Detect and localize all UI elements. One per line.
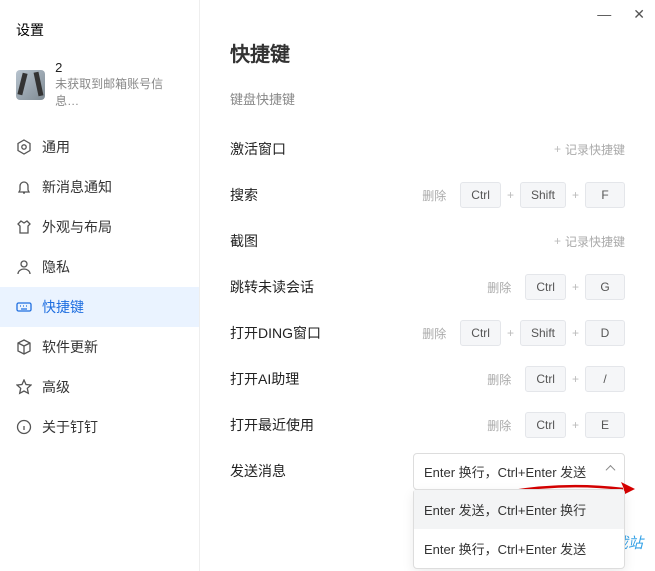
section-subtitle: 键盘快捷键: [230, 89, 625, 108]
sidebar-item-label: 软件更新: [42, 337, 98, 357]
avatar: [16, 70, 45, 100]
user-block[interactable]: 2 未获取到邮箱账号信息…: [0, 54, 199, 127]
row-label: 搜索: [230, 185, 414, 205]
key: Ctrl: [525, 274, 566, 300]
sidebar: 设置 2 未获取到邮箱账号信息… 通用 新消息通知 外观与布局: [0, 0, 200, 571]
shortcut-keys[interactable]: Ctrl+ Shift+ D: [460, 320, 625, 346]
info-icon: [16, 419, 32, 435]
row-label: 截图: [230, 231, 546, 251]
key: Shift: [520, 320, 566, 346]
row-open-ding: 打开DING窗口 删除 Ctrl+ Shift+ D: [230, 310, 625, 356]
sidebar-item-label: 高级: [42, 377, 70, 397]
key: Ctrl: [460, 320, 501, 346]
key: /: [585, 366, 625, 392]
row-label: 打开AI助理: [230, 369, 479, 389]
user-icon: [16, 259, 32, 275]
key: F: [585, 182, 625, 208]
row-label: 打开最近使用: [230, 415, 479, 435]
delete-shortcut[interactable]: 删除: [487, 371, 511, 388]
row-open-ai: 打开AI助理 删除 Ctrl+ /: [230, 356, 625, 402]
key: G: [585, 274, 625, 300]
keyboard-icon: [16, 299, 32, 315]
row-label: 跳转未读会话: [230, 277, 479, 297]
user-name: 2: [55, 60, 183, 75]
sidebar-item-appearance[interactable]: 外观与布局: [0, 207, 199, 247]
row-send-message: 发送消息 Enter 换行，Ctrl+Enter 发送 Enter 发送，Ctr…: [230, 448, 625, 494]
delete-shortcut[interactable]: 删除: [487, 279, 511, 296]
shirt-icon: [16, 219, 32, 235]
sidebar-item-label: 外观与布局: [42, 217, 112, 237]
sidebar-item-update[interactable]: 软件更新: [0, 327, 199, 367]
row-search: 搜索 删除 Ctrl+ Shift+ F: [230, 172, 625, 218]
bell-icon: [16, 179, 32, 195]
row-screenshot: 截图 记录快捷键: [230, 218, 625, 264]
sidebar-item-notifications[interactable]: 新消息通知: [0, 167, 199, 207]
row-label: 激活窗口: [230, 139, 546, 159]
send-mode-option[interactable]: Enter 换行，Ctrl+Enter 发送: [414, 529, 624, 568]
shortcut-keys[interactable]: Ctrl+ G: [525, 274, 625, 300]
delete-shortcut[interactable]: 删除: [422, 325, 446, 342]
key: Ctrl: [525, 366, 566, 392]
send-mode-dropdown: Enter 发送，Ctrl+Enter 换行 Enter 换行，Ctrl+Ent…: [413, 489, 625, 569]
shortcut-keys[interactable]: Ctrl+ Shift+ F: [460, 182, 625, 208]
shortcut-keys[interactable]: Ctrl+ /: [525, 366, 625, 392]
record-shortcut-button[interactable]: 记录快捷键: [554, 233, 625, 250]
page-title: 快捷键: [230, 38, 625, 67]
gear-icon: [16, 139, 32, 155]
cube-icon: [16, 339, 32, 355]
window-title: 设置: [0, 10, 199, 54]
key: E: [585, 412, 625, 438]
row-activate-window: 激活窗口 记录快捷键: [230, 126, 625, 172]
sidebar-item-general[interactable]: 通用: [0, 127, 199, 167]
key: Shift: [520, 182, 566, 208]
send-mode-option[interactable]: Enter 发送，Ctrl+Enter 换行: [414, 490, 624, 529]
sidebar-item-label: 关于钉钉: [42, 417, 98, 437]
sidebar-item-advanced[interactable]: 高级: [0, 367, 199, 407]
sidebar-item-label: 新消息通知: [42, 177, 112, 197]
sidebar-item-shortcuts[interactable]: 快捷键: [0, 287, 199, 327]
record-shortcut-button[interactable]: 记录快捷键: [554, 141, 625, 158]
row-jump-unread: 跳转未读会话 删除 Ctrl+ G: [230, 264, 625, 310]
key: D: [585, 320, 625, 346]
key: Ctrl: [525, 412, 566, 438]
send-mode-select[interactable]: Enter 换行，Ctrl+Enter 发送: [413, 453, 625, 490]
row-open-recent: 打开最近使用 删除 Ctrl+ E: [230, 402, 625, 448]
row-label: 打开DING窗口: [230, 323, 414, 343]
sidebar-item-label: 通用: [42, 137, 70, 157]
row-label: 发送消息: [230, 461, 405, 481]
main-panel: 快捷键 键盘快捷键 激活窗口 记录快捷键 搜索 删除 Ctrl+ Shift+ …: [200, 0, 655, 571]
delete-shortcut[interactable]: 删除: [487, 417, 511, 434]
sidebar-item-about[interactable]: 关于钉钉: [0, 407, 199, 447]
delete-shortcut[interactable]: 删除: [422, 187, 446, 204]
star-icon: [16, 379, 32, 395]
sidebar-item-label: 隐私: [42, 257, 70, 277]
key: Ctrl: [460, 182, 501, 208]
user-sub: 未获取到邮箱账号信息…: [55, 75, 183, 109]
shortcut-keys[interactable]: Ctrl+ E: [525, 412, 625, 438]
sidebar-item-label: 快捷键: [42, 297, 84, 317]
sidebar-item-privacy[interactable]: 隐私: [0, 247, 199, 287]
